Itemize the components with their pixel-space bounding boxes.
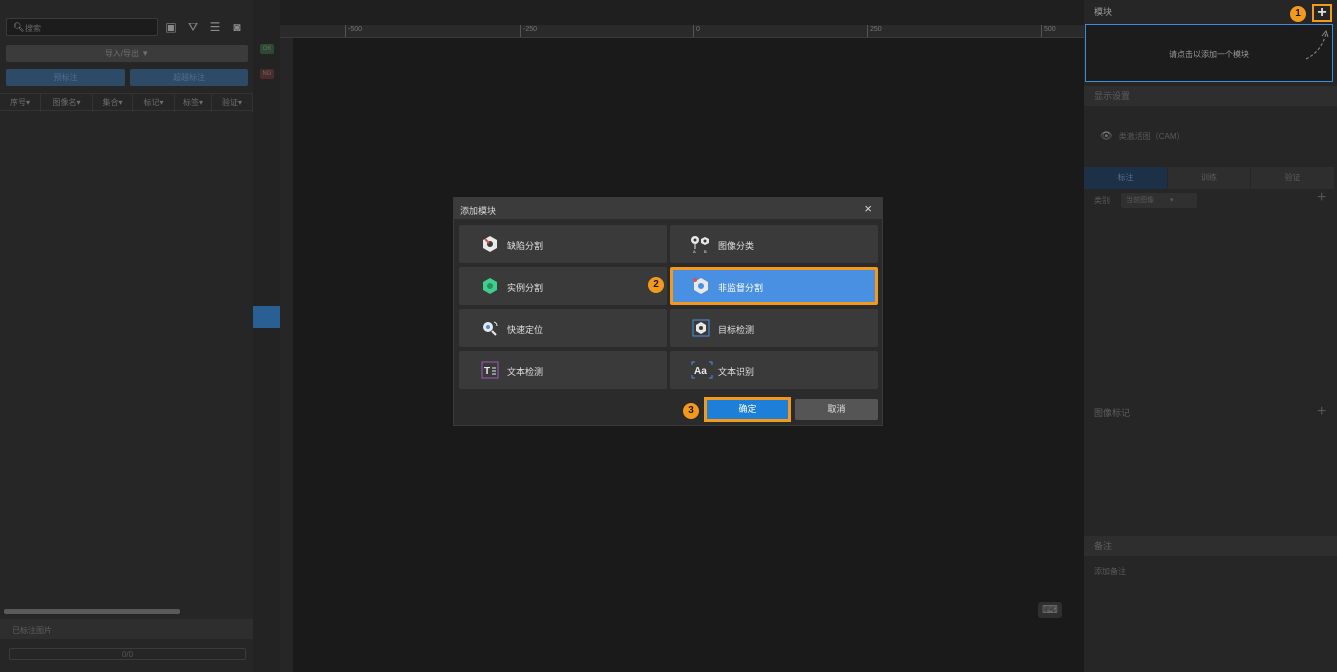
svg-text:B: B (704, 249, 707, 253)
column-mark[interactable]: 标记▾ (133, 94, 175, 112)
defect-segmentation-icon (483, 236, 497, 252)
column-image-name[interactable]: 图像名▾ (41, 94, 93, 112)
notes-header: 备注 (1084, 536, 1337, 556)
text-detection-icon: T (481, 361, 499, 379)
ruler-tick: 500 (1041, 25, 1056, 37)
gutter-selection-marker (253, 306, 280, 328)
image-marks-header: 图像标记 (1084, 403, 1337, 423)
canvas-toolbar (253, 0, 1084, 25)
vertical-ruler (280, 38, 293, 672)
hint-arrow-icon (1305, 29, 1329, 60)
table-header: 序号▾ 图像名▾ 集合▾ 标记▾ 标签▾ 验证▾ (0, 93, 253, 112)
ok-badge[interactable]: OK (260, 44, 274, 54)
tab-verify[interactable]: 验证 (1251, 167, 1334, 189)
svg-text:T: T (484, 366, 490, 377)
option-label: 图像分类 (718, 241, 755, 251)
module-hint-text: 请点击以添加一个模块 (1169, 50, 1249, 59)
search-placeholder: 搜索 (25, 24, 41, 33)
search-icon: 🔍︎ (13, 22, 25, 32)
progress-bar: 0/0 (9, 648, 246, 660)
option-object-detection[interactable]: 目标检测 (670, 309, 878, 347)
tab-label[interactable]: 标注 (1084, 167, 1167, 189)
svg-text:A: A (693, 249, 696, 253)
horizontal-ruler: -500 -250 0 250 500 (280, 25, 1084, 38)
notes-input[interactable]: 添加备注 (1094, 566, 1126, 577)
option-image-classification[interactable]: AB 图像分类 (670, 225, 878, 263)
option-label: 目标检测 (718, 325, 755, 335)
ruler-tick: 250 (867, 25, 882, 37)
step-callout-3: 3 (683, 403, 699, 419)
option-label: 文本检测 (507, 367, 544, 377)
text-recognition-icon: Aa (691, 361, 713, 379)
list-icon[interactable]: ☰ (208, 20, 222, 34)
option-text-detection[interactable]: T 文本检测 (459, 351, 667, 389)
option-label: 缺陷分割 (507, 241, 544, 251)
image-list-panel: 🔍︎ 搜索 ▣ ⛛ ☰ ◙ 导入/导出 ▼ 预标注 超越标注 序号▾ 图像名▾ … (0, 0, 253, 672)
option-text-recognition[interactable]: Aa 文本识别 (670, 351, 878, 389)
fast-positioning-icon (483, 321, 498, 336)
cam-view-label: 类激活图（CAM） (1118, 132, 1185, 141)
ruler-tick: -250 (520, 25, 537, 37)
add-module-dialog: 添加模块 × 缺陷分割 AB 图像分类 实例分割 非监督分割 2 快速定位 目标… (453, 197, 883, 426)
option-defect-segmentation[interactable]: 缺陷分割 (459, 225, 667, 263)
column-verify[interactable]: 验证▾ (212, 94, 253, 112)
filter-icon[interactable]: ⛛ (186, 20, 200, 34)
eye-icon: 👁︎ (1100, 131, 1113, 142)
labeled-images-section: 已标注图片 (0, 619, 253, 639)
search-input[interactable]: 🔍︎ 搜索 (6, 18, 158, 36)
column-label[interactable]: 标签▾ (175, 94, 212, 112)
ruler-tick: -500 (345, 25, 362, 37)
chevron-down-icon: ▾ (1169, 197, 1174, 204)
close-icon[interactable]: × (864, 201, 872, 216)
image-classification-icon: AB (691, 236, 709, 253)
step-callout-2: 2 (648, 277, 664, 293)
dialog-title: 添加模块 (460, 206, 497, 216)
super-label-button[interactable]: 超越标注 (130, 69, 248, 86)
column-set[interactable]: 集合▾ (93, 94, 133, 112)
option-label: 文本识别 (718, 367, 755, 377)
option-fast-positioning[interactable]: 快速定位 (459, 309, 667, 347)
svg-text:Aa: Aa (694, 366, 707, 377)
camera-icon[interactable]: ◙ (230, 20, 244, 34)
option-label: 快速定位 (507, 325, 544, 335)
object-detection-icon (692, 319, 710, 337)
display-settings-header: 显示设置 (1084, 86, 1337, 106)
ruler-tick: 0 (693, 25, 700, 37)
import-export-button[interactable]: 导入/导出 ▼ (6, 45, 248, 62)
option-unsupervised-segmentation[interactable]: 非监督分割 (670, 267, 878, 305)
plus-icon: + (1317, 4, 1327, 21)
class-label: 类别 (1094, 196, 1110, 205)
instance-segmentation-icon (483, 278, 497, 294)
class-select-value: 当前图像 (1126, 197, 1154, 204)
labeled-images-label: 已标注图片 (12, 626, 52, 635)
module-panel: 模块 + 1 请点击以添加一个模块 显示设置 👁︎ 类激活图（CAM） 标注 训练… (1084, 0, 1337, 672)
unsupervised-segmentation-icon (693, 278, 708, 294)
option-instance-segmentation[interactable]: 实例分割 (459, 267, 667, 305)
horizontal-scrollbar[interactable] (4, 609, 180, 614)
cancel-button[interactable]: 取消 (795, 399, 878, 420)
column-index[interactable]: 序号▾ (0, 94, 41, 112)
ng-badge[interactable]: NG (260, 69, 274, 79)
confirm-button[interactable]: 确定 (704, 397, 791, 422)
label-gutter: OK NG (253, 0, 280, 672)
pre-label-button[interactable]: 预标注 (6, 69, 125, 86)
module-placeholder[interactable]: 请点击以添加一个模块 (1085, 24, 1333, 82)
cam-view-toggle[interactable]: 👁︎ 类激活图（CAM） (1100, 131, 1184, 142)
tab-train[interactable]: 训练 (1168, 167, 1250, 189)
step-callout-1: 1 (1290, 6, 1306, 22)
keyboard-icon[interactable]: ⌨ (1038, 602, 1062, 618)
add-module-button[interactable]: + (1312, 4, 1332, 22)
class-select[interactable]: 当前图像 ▾ (1121, 193, 1197, 208)
dialog-title-bar: 添加模块 × (454, 198, 882, 219)
option-label: 非监督分割 (718, 283, 764, 293)
add-image-mark-icon[interactable]: + (1317, 403, 1326, 421)
image-filter-icon[interactable]: ▣ (164, 20, 178, 34)
add-class-icon[interactable]: + (1317, 189, 1326, 207)
option-label: 实例分割 (507, 283, 544, 293)
